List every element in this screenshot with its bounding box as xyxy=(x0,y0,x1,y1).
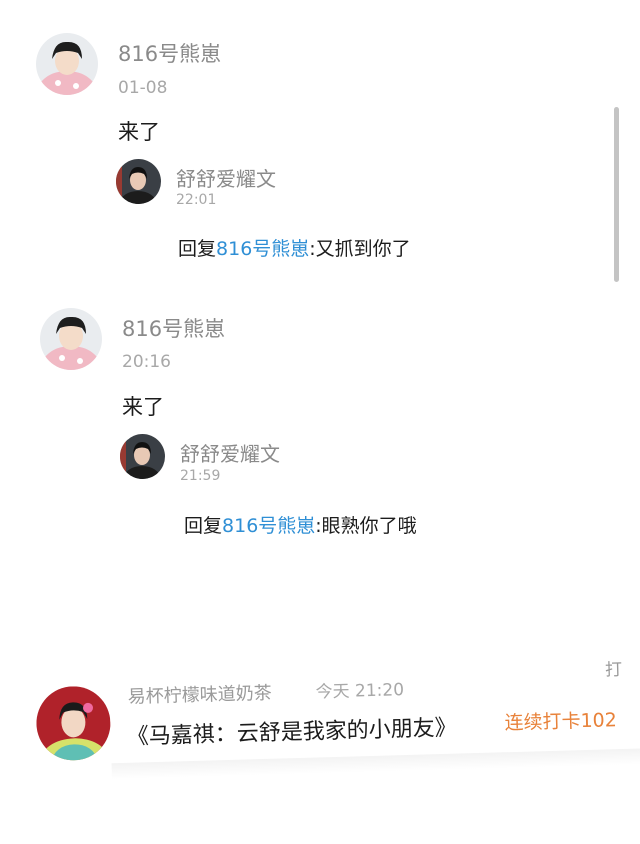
comment-text: 来了 xyxy=(118,120,160,144)
avatar-image xyxy=(35,685,112,762)
reply-avatar[interactable] xyxy=(116,159,161,204)
reply-text: 回复816号熊崽:又抓到你了 xyxy=(178,234,411,261)
reply-avatar[interactable] xyxy=(120,434,165,479)
checkin-label[interactable]: 打 xyxy=(605,655,623,680)
scrollbar[interactable] xyxy=(614,107,619,282)
reply-author[interactable]: 舒舒爱耀文 xyxy=(176,163,276,192)
reply-prefix: 回复 xyxy=(184,515,223,537)
avatar-image xyxy=(120,434,165,479)
avatar[interactable] xyxy=(40,308,102,370)
avatar-image xyxy=(116,159,161,204)
avatar[interactable] xyxy=(35,685,112,762)
mention-link[interactable]: 816号熊崽 xyxy=(222,515,315,537)
card-title[interactable]: 《马嘉祺：云舒是我家的小朋友》 xyxy=(126,710,457,751)
bottom-card[interactable]: 易杯柠檬味道奶茶 今天 21:20 《马嘉祺：云舒是我家的小朋友》 连续打卡10… xyxy=(0,621,640,789)
card-time: 今天 21:20 xyxy=(315,680,405,703)
comment-text: 来了 xyxy=(122,395,164,419)
comment-author[interactable]: 816号熊崽 xyxy=(122,313,225,343)
avatar-image xyxy=(36,33,98,95)
comment-author[interactable]: 816号熊崽 xyxy=(118,38,221,68)
reply-time: 22:01 xyxy=(176,192,217,208)
avatar[interactable] xyxy=(36,33,98,95)
comment-time: 20:16 xyxy=(122,352,171,372)
card-author[interactable]: 易杯柠檬味道奶茶 xyxy=(127,679,272,709)
reply-body: :眼熟你了哦 xyxy=(315,515,417,537)
reply-text: 回复816号熊崽:眼熟你了哦 xyxy=(184,511,417,538)
card-divider xyxy=(111,748,640,780)
reply-time: 21:59 xyxy=(180,468,221,484)
reply-author[interactable]: 舒舒爱耀文 xyxy=(180,438,280,467)
streak-badge: 连续打卡102 xyxy=(504,709,618,735)
comment-time: 01-08 xyxy=(118,78,168,98)
avatar-image xyxy=(40,308,102,370)
reply-prefix: 回复 xyxy=(178,238,217,260)
reply-body: :又抓到你了 xyxy=(309,238,411,260)
mention-link[interactable]: 816号熊崽 xyxy=(216,238,309,260)
